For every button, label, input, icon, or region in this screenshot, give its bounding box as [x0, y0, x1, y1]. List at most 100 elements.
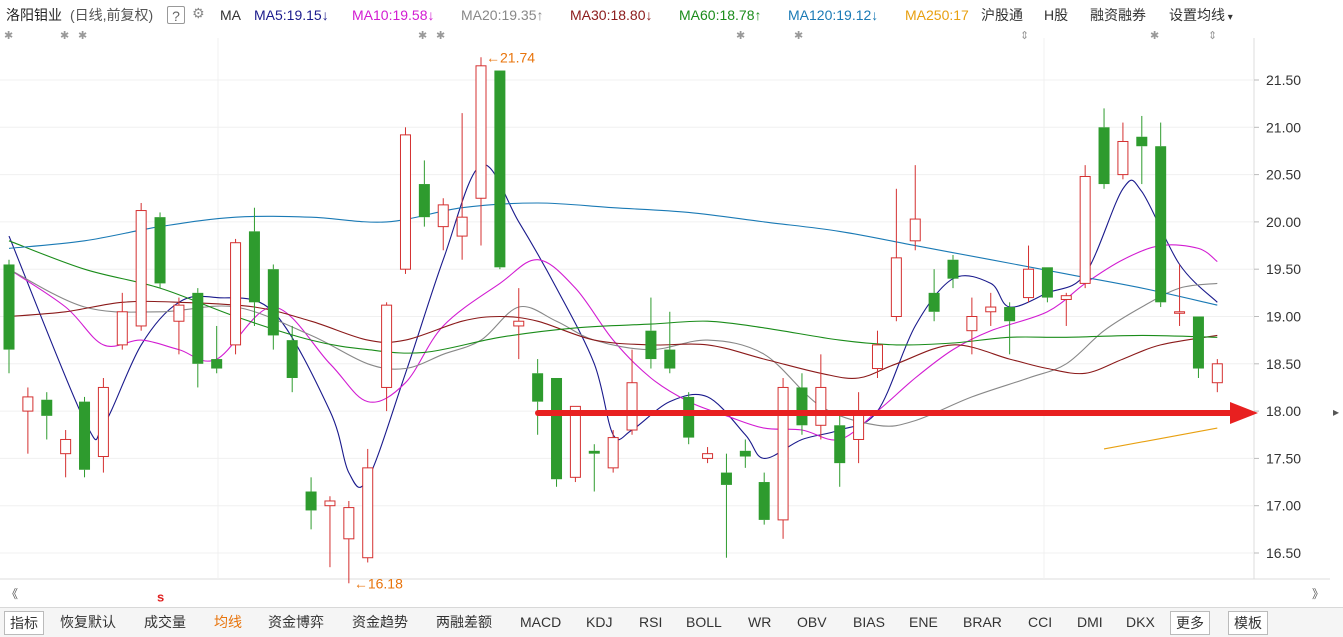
ma-line-ma20 [8, 268, 1218, 427]
candle [381, 302, 393, 412]
ma-label: MA [220, 7, 241, 23]
h-share-button[interactable]: H股 [1044, 6, 1068, 24]
candle-body [324, 500, 336, 507]
ma5-value: MA5:19.15↓ [254, 6, 329, 24]
candle [362, 448, 374, 563]
candle-body [173, 304, 185, 322]
candle-body [343, 507, 355, 540]
ma250-value: MA250:17 [905, 7, 969, 23]
candles [3, 57, 1223, 584]
stock-name[interactable]: 洛阳钼业 [6, 6, 62, 24]
tab-indicators[interactable]: 指标 [4, 611, 44, 635]
candle [248, 207, 260, 326]
margin-trading-button[interactable]: 融资融券 [1090, 6, 1146, 24]
ma120-text: MA120:19.12 [788, 7, 872, 23]
tab-boll[interactable]: BOLL [686, 611, 722, 633]
candle [1098, 108, 1110, 189]
ma120-value: MA120:19.12↓ [788, 6, 878, 24]
candle [834, 415, 846, 487]
ma-line-ma250 [1103, 427, 1218, 450]
scroll-left-icon[interactable]: 《 [6, 585, 18, 602]
signal-marker: s [157, 589, 164, 604]
y-tick-label: 17.00 [1266, 498, 1301, 514]
candle-body [702, 453, 714, 459]
ma-line-ma120 [8, 202, 1218, 306]
candle-body [1155, 146, 1167, 303]
candle-body [1098, 127, 1110, 185]
candle-body [720, 472, 732, 485]
candle-body [1004, 307, 1016, 322]
y-tick-label: 21.00 [1266, 119, 1301, 135]
tab-kdj[interactable]: KDJ [586, 611, 612, 633]
candle-body [532, 373, 544, 402]
tab-ene[interactable]: ENE [909, 611, 938, 633]
tab-margin-diff[interactable]: 两融差额 [436, 611, 492, 633]
tab-brar[interactable]: BRAR [963, 611, 1002, 633]
candle-body [871, 344, 883, 370]
candle [588, 444, 600, 492]
tab-volume[interactable]: 成交量 [144, 611, 186, 633]
candle [1079, 165, 1091, 289]
ma10-value: MA10:19.58↓ [352, 6, 435, 24]
y-tick-label: 21.50 [1266, 72, 1301, 88]
candle-body [626, 382, 638, 431]
tab-macd[interactable]: MACD [520, 611, 561, 633]
candle-body [135, 210, 147, 327]
tab-restore-default[interactable]: 恢复默认 [60, 611, 116, 633]
candle [532, 359, 544, 435]
tab-moving-average[interactable]: 均线 [214, 611, 242, 633]
candle-body [645, 330, 657, 360]
gear-icon[interactable]: ⚙ [192, 4, 205, 22]
candle [41, 392, 53, 440]
candle [815, 354, 827, 440]
tab-bias[interactable]: BIAS [853, 611, 885, 633]
y-tick-label: 19.50 [1266, 261, 1301, 277]
tab-cci[interactable]: CCI [1028, 611, 1052, 633]
candle-body [399, 134, 411, 270]
tab-fund-game[interactable]: 资金博弈 [268, 611, 324, 633]
ma30-arrow: ↓ [645, 7, 653, 23]
candle-body [3, 264, 15, 350]
candlestick-chart[interactable]: 21.50 21.00 20.50 20.00 19.50 19.00 18.50 18.00… [0, 38, 1343, 604]
tab-more[interactable]: 更多 [1170, 611, 1210, 635]
tab-dmi[interactable]: DMI [1077, 611, 1103, 633]
hsgt-button[interactable]: 沪股通 [981, 6, 1023, 24]
help-button[interactable]: ? [167, 6, 185, 24]
tab-template[interactable]: 模板 [1228, 611, 1268, 635]
candle [3, 259, 15, 374]
candle-body [1060, 295, 1072, 300]
candle [192, 288, 204, 388]
candle [1155, 122, 1167, 308]
candle-body [890, 257, 902, 318]
tab-dkx[interactable]: DKX [1126, 611, 1155, 633]
candle-body [513, 320, 525, 327]
tab-obv[interactable]: OBV [797, 611, 827, 633]
ma-settings-button[interactable]: 设置均线 ▾ [1169, 6, 1233, 27]
ma-settings-label: 设置均线 [1169, 7, 1225, 23]
annotations: ←21.74 ←16.18 s [157, 49, 1258, 604]
candle [475, 57, 487, 246]
candle-body [154, 217, 166, 284]
candle [947, 255, 959, 289]
price-axis: 21.50 21.00 20.50 20.00 19.50 19.00 18.50 18.00… [1254, 72, 1301, 561]
candle-body [41, 399, 53, 416]
tab-fund-trend[interactable]: 资金趋势 [352, 611, 408, 633]
candle-body [1136, 136, 1148, 147]
candle [267, 264, 279, 350]
scroll-right-icon[interactable]: 》 [1312, 585, 1324, 602]
tab-rsi[interactable]: RSI [639, 611, 662, 633]
candle [456, 113, 468, 260]
tab-wr[interactable]: WR [748, 611, 771, 633]
candle [1023, 245, 1035, 303]
y-tick-label: 18.00 [1266, 403, 1301, 419]
candle [79, 396, 91, 478]
candle-body [909, 218, 921, 242]
ma10-arrow: ↓ [427, 7, 435, 23]
candle [343, 500, 355, 584]
candle [909, 165, 921, 251]
y-tick-label: 19.00 [1266, 309, 1301, 325]
candle [702, 447, 714, 464]
collapse-panel-icon[interactable]: ▸ [1333, 405, 1339, 419]
ma60-arrow: ↑ [754, 7, 762, 23]
ma30-value: MA30:18.80↓ [570, 6, 653, 24]
